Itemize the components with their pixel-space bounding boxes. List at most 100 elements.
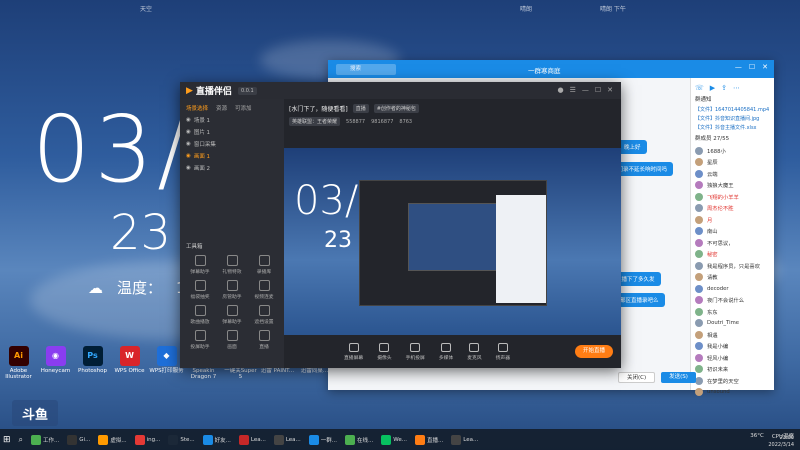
- member-item[interactable]: 星辰: [695, 157, 770, 169]
- tool-item[interactable]: 直播: [248, 330, 280, 350]
- bottom-tool[interactable]: 摄像头: [377, 342, 392, 361]
- taskbar-item[interactable]: 虚拟...: [95, 431, 129, 448]
- member-item[interactable]: 初识未来: [695, 364, 770, 376]
- phone-icon[interactable]: ☏: [695, 84, 704, 92]
- maximize-icon[interactable]: ☐: [595, 86, 601, 94]
- member-item[interactable]: 轻风小编: [695, 352, 770, 364]
- close-icon[interactable]: ✕: [607, 86, 613, 94]
- taskbar-item[interactable]: 在线...: [342, 431, 376, 448]
- tool-item[interactable]: 弹幕助手: [216, 305, 248, 325]
- close-button[interactable]: 关闭(C): [618, 372, 656, 383]
- member-item[interactable]: 在梦里的天空: [695, 375, 770, 387]
- member-item[interactable]: 周杰伦不胜: [695, 203, 770, 215]
- tool-item[interactable]: 画面: [216, 330, 248, 350]
- member-item[interactable]: decoder: [695, 283, 770, 295]
- video-icon[interactable]: ▶: [710, 84, 715, 92]
- eye-icon[interactable]: ◉: [186, 141, 191, 147]
- search-icon[interactable]: ⌕: [16, 431, 26, 448]
- member-item[interactable]: 飞翔的小羊羊: [695, 191, 770, 203]
- tab-0[interactable]: 场景选择: [186, 104, 208, 112]
- taskbar-item[interactable]: Lea...: [236, 431, 269, 448]
- stream-tag[interactable]: #创作者的神秘包: [373, 104, 419, 113]
- taskbar-item-label: 在线...: [357, 437, 374, 444]
- avatar[interactable]: ●: [557, 86, 563, 94]
- tool-item[interactable]: 房管助手: [216, 280, 248, 300]
- scene-item[interactable]: ◉ 画面 2: [180, 162, 284, 174]
- tool-item[interactable]: 礼物特效: [216, 255, 248, 275]
- member-item[interactable]: 请教: [695, 272, 770, 284]
- taskbar-item[interactable]: 好友...: [200, 431, 234, 448]
- eye-icon[interactable]: ◉: [186, 129, 191, 135]
- desktop-icon[interactable]: Ps Photoshop: [74, 346, 111, 380]
- send-button[interactable]: 发送(S): [661, 372, 696, 383]
- member-item[interactable]: 我是小编: [695, 341, 770, 353]
- maximize-icon[interactable]: ☐: [749, 63, 755, 71]
- more-icon[interactable]: ⋯: [733, 84, 740, 92]
- scene-item[interactable]: ◉ 图片 1: [180, 126, 284, 138]
- bottom-tool[interactable]: 扬声器: [496, 342, 510, 361]
- minimize-icon[interactable]: —: [735, 63, 742, 71]
- share-icon[interactable]: ⇪: [721, 84, 727, 92]
- taskbar-item[interactable]: Lea...: [271, 431, 304, 448]
- tool-item[interactable]: 遮挡设置: [248, 305, 280, 325]
- desktop-icon[interactable]: W WPS Office: [111, 346, 148, 380]
- tab-2[interactable]: 可添加: [235, 104, 252, 112]
- start-live-button[interactable]: 开始直播: [574, 345, 613, 358]
- eye-icon[interactable]: ◉: [186, 153, 191, 159]
- member-name: 月: [707, 217, 713, 224]
- tool-item[interactable]: 福袋抽奖: [184, 280, 216, 300]
- member-item[interactable]: 独狼大魔王: [695, 180, 770, 192]
- scene-item[interactable]: ◉ 画面 1: [180, 150, 284, 162]
- scene-item[interactable]: ◉ 窗口采集: [180, 138, 284, 150]
- tool-item[interactable]: 视频连麦: [248, 280, 280, 300]
- notice-item[interactable]: 【文件】抖音知识直播间.jpg: [695, 115, 770, 122]
- stream-title[interactable]: [水门下了，随便看看]: [289, 104, 348, 113]
- member-item[interactable]: 秘密: [695, 249, 770, 261]
- member-item[interactable]: Doutri_Time: [695, 318, 770, 330]
- bottom-tool[interactable]: 麦克风: [467, 342, 482, 361]
- tool-item[interactable]: 投屏助手: [184, 330, 216, 350]
- tool-item[interactable]: 弹幕助手: [184, 255, 216, 275]
- member-item[interactable]: 1688小: [695, 145, 770, 157]
- stream-tag[interactable]: 直播: [352, 104, 369, 113]
- taskbar-item[interactable]: 一群...: [306, 431, 340, 448]
- desktop-icon[interactable]: Ai Adobe Illustrator: [0, 346, 37, 380]
- member-item[interactable]: 东东: [695, 306, 770, 318]
- member-item[interactable]: 南山: [695, 226, 770, 238]
- eye-icon[interactable]: ◉: [186, 117, 191, 123]
- bottom-tool[interactable]: 直播屏幕: [344, 342, 363, 361]
- bottom-tool[interactable]: 手机投屏: [406, 342, 425, 361]
- member-item[interactable]: unsound: [695, 387, 770, 399]
- taskbar-item[interactable]: We...: [378, 431, 410, 448]
- tool-label: 房管助手: [222, 295, 242, 300]
- tab-1[interactable]: 资源: [216, 104, 227, 112]
- notice-item[interactable]: 【文件】抖音主播文件.xlsx: [695, 124, 770, 131]
- menu-icon[interactable]: ☰: [570, 86, 576, 94]
- stream-preview[interactable]: 03/1 23 :: [284, 148, 621, 335]
- taskbar-item[interactable]: 工作...: [28, 431, 62, 448]
- eye-icon[interactable]: ◉: [186, 165, 191, 171]
- taskbar-item[interactable]: Lea...: [448, 431, 481, 448]
- stream-category[interactable]: 英雄联盟：王者荣耀: [289, 117, 341, 126]
- member-item[interactable]: 夜门不会说什么: [695, 295, 770, 307]
- start-icon[interactable]: ⊞: [0, 431, 14, 448]
- member-item[interactable]: 不可思议，: [695, 237, 770, 249]
- desktop-icon[interactable]: ◉ Honeycam: [37, 346, 74, 380]
- member-item[interactable]: 我是程序员，只是喜欢: [695, 260, 770, 272]
- close-icon[interactable]: ✕: [762, 63, 768, 71]
- minimize-icon[interactable]: —: [582, 86, 589, 94]
- member-item[interactable]: 月: [695, 214, 770, 226]
- tool-item[interactable]: 歌曲播放: [184, 305, 216, 325]
- notice-item[interactable]: 【文件】1647014405841.mp4: [695, 106, 770, 113]
- member-item[interactable]: 云端: [695, 168, 770, 180]
- member-item[interactable]: 相遇: [695, 329, 770, 341]
- tray-clock[interactable]: 23:00 2022/3/14: [768, 435, 794, 448]
- scene-item[interactable]: ◉ 场景 1: [180, 114, 284, 126]
- taskbar-item[interactable]: Gi...: [64, 431, 93, 448]
- taskbar-item[interactable]: 直播...: [412, 431, 446, 448]
- taskbar-item[interactable]: ing...: [132, 431, 164, 448]
- chat-search-input[interactable]: 搜索: [336, 63, 396, 75]
- tool-item[interactable]: 录播库: [248, 255, 280, 275]
- taskbar-item[interactable]: Ste...: [165, 431, 197, 448]
- bottom-tool[interactable]: 多媒体: [439, 342, 453, 361]
